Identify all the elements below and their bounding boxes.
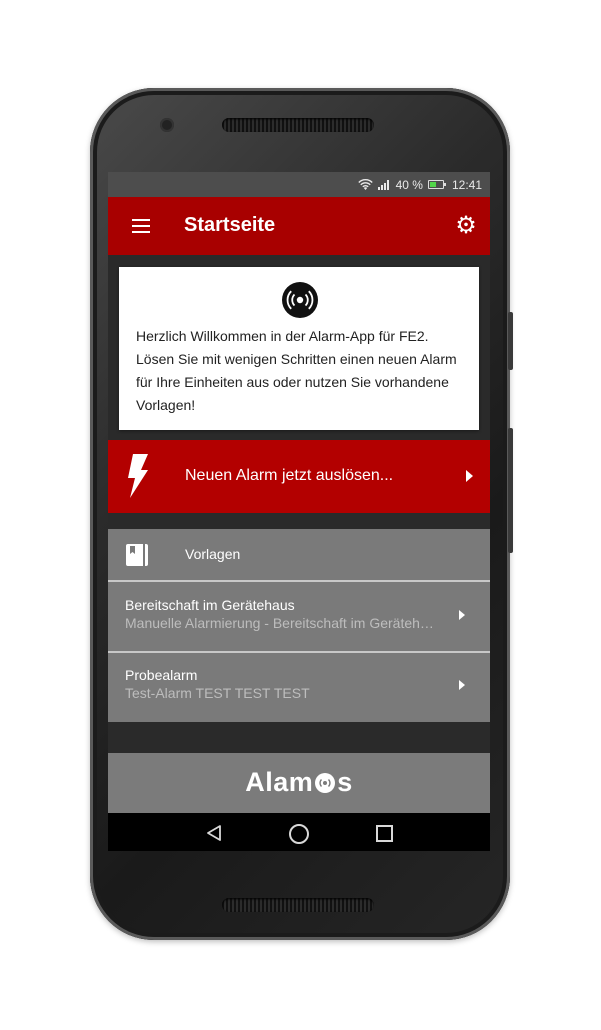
chevron-right-icon: [459, 610, 465, 620]
top-speaker: [222, 118, 374, 132]
screen: 40 % 12:41 Startseite ⚙ Herzlich Willkom…: [108, 172, 490, 851]
app-bar: Startseite ⚙: [108, 197, 490, 255]
chevron-right-icon: [466, 470, 473, 482]
wifi-icon: [357, 178, 373, 190]
alamos-logo-o-icon: [315, 773, 336, 793]
templates-card: Vorlagen Bereitschaft im Gerätehaus Manu…: [108, 529, 490, 722]
template-item[interactable]: Probealarm Test-Alarm TEST TEST TEST: [108, 653, 490, 721]
templates-header: Vorlagen: [108, 529, 490, 580]
template-name: Probealarm: [125, 667, 198, 683]
template-description: Test-Alarm TEST TEST TEST: [125, 685, 310, 701]
gear-icon[interactable]: ⚙: [453, 213, 479, 239]
alamos-logo-band: Alam s: [108, 753, 490, 813]
hamburger-menu-icon[interactable]: [132, 219, 150, 233]
home-icon[interactable]: [289, 824, 309, 844]
welcome-message: Herzlich Willkommen in der Alarm-App für…: [136, 328, 457, 413]
alamos-logo: Alam s: [245, 767, 353, 797]
status-bar: 40 % 12:41: [108, 172, 490, 197]
new-alarm-button[interactable]: Neuen Alarm jetzt auslösen...: [108, 440, 490, 513]
template-item[interactable]: Bereitschaft im Gerätehaus Manuelle Alar…: [108, 582, 490, 650]
welcome-card: Herzlich Willkommen in der Alarm-App für…: [119, 267, 479, 430]
clock: 12:41: [451, 177, 482, 192]
volume-button: [508, 428, 513, 553]
template-name: Bereitschaft im Gerätehaus: [125, 597, 295, 613]
power-button: [508, 312, 513, 370]
book-icon: [126, 544, 148, 566]
front-camera: [160, 118, 174, 132]
alarm-broadcast-icon: [282, 282, 318, 318]
page-title: Startseite: [184, 214, 276, 236]
battery-icon: [427, 180, 446, 189]
new-alarm-label: Neuen Alarm jetzt auslösen...: [185, 467, 394, 484]
chevron-right-icon: [459, 680, 465, 690]
recent-apps-icon[interactable]: [376, 825, 393, 842]
bottom-speaker: [222, 898, 374, 912]
back-icon[interactable]: [205, 824, 223, 842]
navigation-bar: [108, 813, 490, 851]
signal-icon: [377, 180, 389, 190]
templates-title: Vorlagen: [185, 546, 241, 562]
template-description: Manuelle Alarmierung - Bereitschaft im G…: [125, 615, 435, 631]
battery-percent: 40 %: [395, 177, 423, 192]
lightning-bolt-icon: [128, 454, 148, 498]
